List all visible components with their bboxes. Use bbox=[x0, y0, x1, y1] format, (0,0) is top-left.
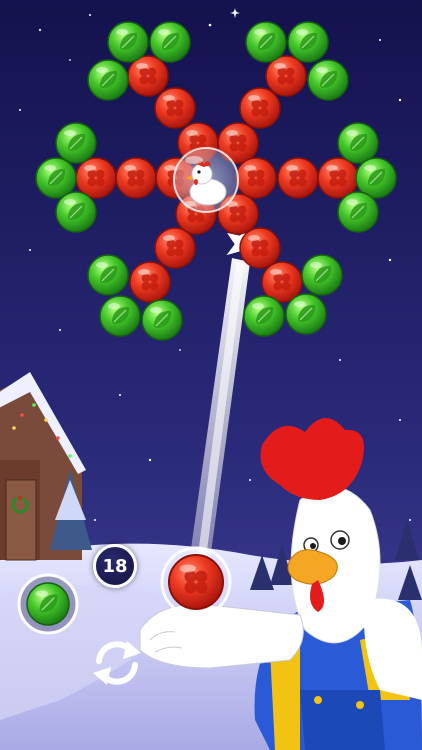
red-clover-bubble[interactable] bbox=[235, 157, 277, 199]
red-clover-bubble[interactable] bbox=[265, 55, 307, 97]
green-leaf-bubble[interactable] bbox=[307, 59, 349, 101]
green-leaf-bubble[interactable] bbox=[87, 59, 129, 101]
green-leaf-bubble[interactable] bbox=[301, 254, 343, 296]
rooster-wing-hand bbox=[139, 603, 304, 669]
green-leaf-bubble[interactable] bbox=[55, 122, 97, 164]
green-leaf-bubble[interactable] bbox=[245, 21, 287, 63]
red-clover-bubble[interactable] bbox=[154, 87, 196, 129]
red-clover-bubble[interactable] bbox=[75, 157, 117, 199]
red-clover-bubble[interactable] bbox=[277, 157, 319, 199]
red-clover-bubble[interactable] bbox=[154, 227, 196, 269]
red-clover-bubble[interactable] bbox=[239, 227, 281, 269]
red-clover-bubble[interactable] bbox=[317, 157, 359, 199]
moves-counter-badge: 18 bbox=[93, 544, 137, 588]
green-leaf-bubble[interactable] bbox=[35, 157, 77, 199]
green-leaf-bubble[interactable] bbox=[337, 122, 379, 164]
green-leaf-bubble[interactable] bbox=[87, 254, 129, 296]
green-leaf-bubble[interactable] bbox=[285, 293, 327, 335]
game-scene[interactable] bbox=[0, 0, 422, 750]
swap-arrows-icon[interactable] bbox=[91, 637, 143, 689]
green-leaf-bubble[interactable] bbox=[243, 295, 285, 337]
current-bubble[interactable] bbox=[160, 546, 232, 618]
moves-counter-value: 18 bbox=[102, 555, 128, 577]
red-clover-bubble[interactable] bbox=[239, 87, 281, 129]
game-stage[interactable]: 18 bbox=[0, 0, 422, 750]
trapped-chicken-bubble[interactable] bbox=[170, 144, 242, 216]
green-leaf-bubble[interactable] bbox=[287, 21, 329, 63]
green-leaf-bubble[interactable] bbox=[149, 21, 191, 63]
green-leaf-bubble[interactable] bbox=[55, 191, 97, 233]
green-leaf-bubble[interactable] bbox=[99, 295, 141, 337]
green-leaf-bubble[interactable] bbox=[107, 21, 149, 63]
next-bubble[interactable] bbox=[17, 573, 79, 635]
red-clover-bubble[interactable] bbox=[115, 157, 157, 199]
green-leaf-bubble[interactable] bbox=[337, 191, 379, 233]
green-leaf-bubble[interactable] bbox=[141, 299, 183, 341]
red-clover-bubble[interactable] bbox=[127, 55, 169, 97]
red-clover-bubble[interactable] bbox=[129, 261, 171, 303]
